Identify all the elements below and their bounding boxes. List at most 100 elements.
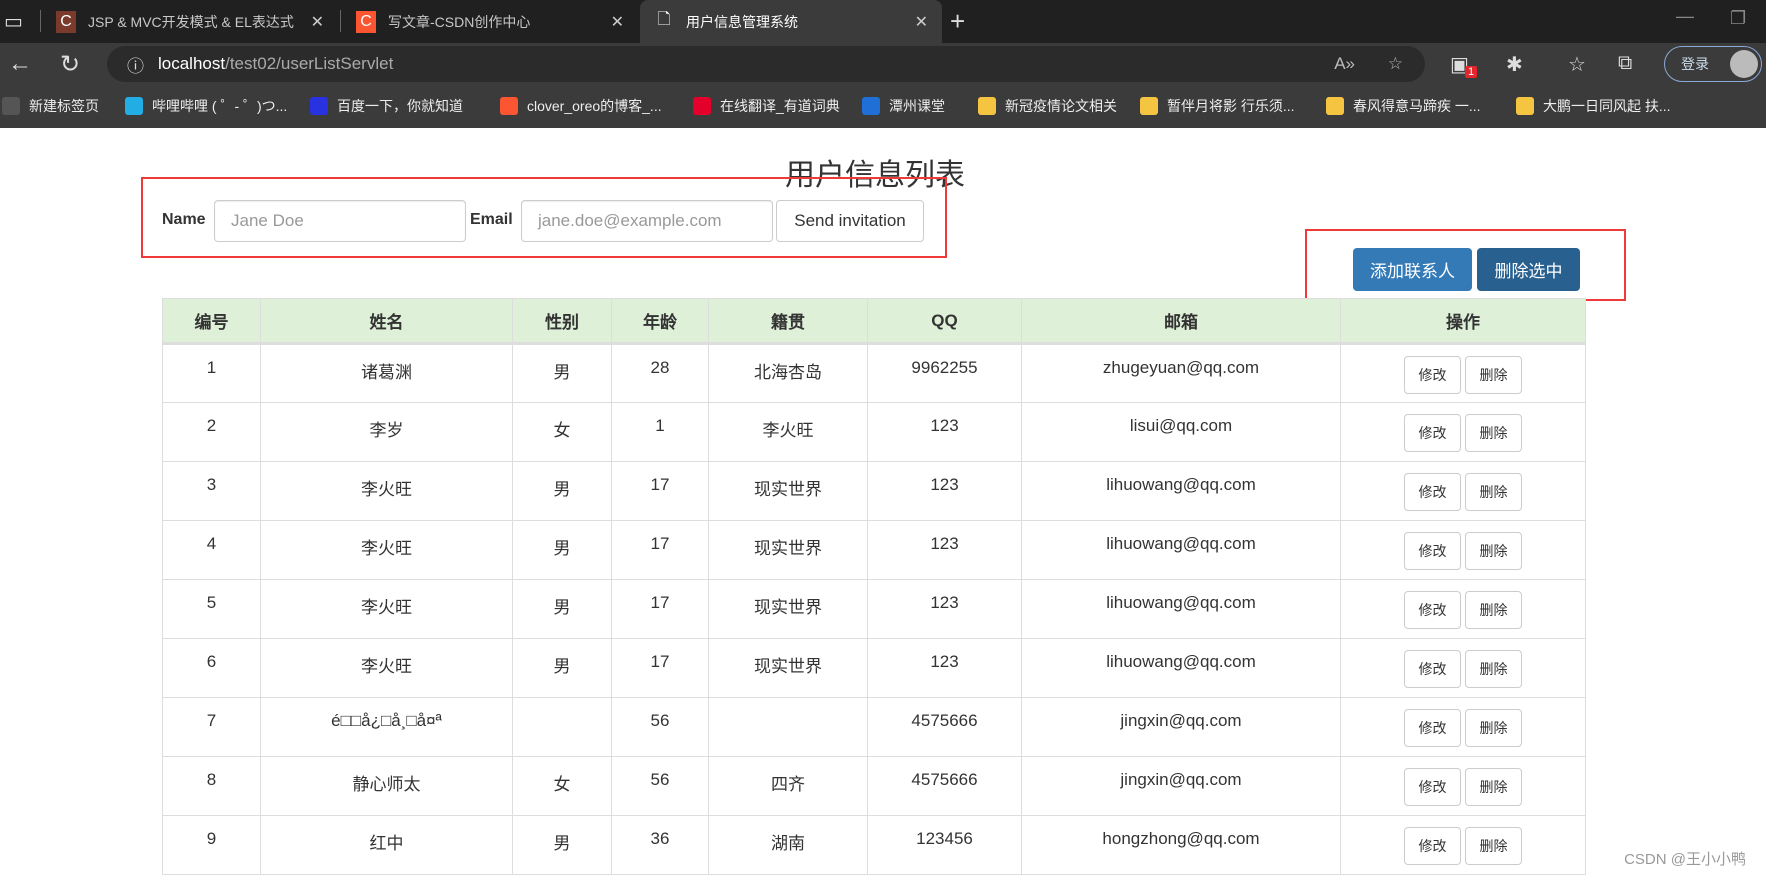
cell-name: 李岁 bbox=[260, 402, 513, 462]
tab-actions-icon[interactable]: ▭ bbox=[4, 9, 23, 34]
read-aloud-icon[interactable]: A» bbox=[1334, 54, 1355, 74]
delete-button[interactable]: 删除 bbox=[1465, 827, 1522, 865]
email-label: Email bbox=[470, 211, 513, 228]
cell-actions: 修改 删除 bbox=[1340, 697, 1586, 757]
cell-hometown: 现实世界 bbox=[708, 579, 868, 639]
back-icon[interactable]: ← bbox=[8, 50, 32, 78]
folder-icon bbox=[1140, 97, 1158, 115]
cell-name: 李火旺 bbox=[260, 638, 513, 698]
bookmark-item[interactable]: 春风得意马蹄疾 一... bbox=[1326, 88, 1481, 124]
column-header: QQ bbox=[867, 298, 1022, 345]
cell-email: lihuowang@qq.com bbox=[1021, 461, 1341, 521]
cell-hometown: 湖南 bbox=[708, 815, 868, 875]
column-header: 姓名 bbox=[260, 298, 513, 345]
add-favorite-icon[interactable]: ☆ bbox=[1388, 54, 1403, 74]
bookmark-label: 大鹏一日同风起 扶... bbox=[1543, 98, 1671, 114]
close-tab-icon[interactable]: ✕ bbox=[311, 12, 324, 32]
csdn-icon bbox=[500, 97, 518, 115]
cell-name: 李火旺 bbox=[260, 461, 513, 521]
bookmark-item[interactable]: 在线翻译_有道词典 bbox=[693, 88, 840, 124]
tab-csdn[interactable]: C 写文章-CSDN创作中心 ✕ bbox=[342, 0, 638, 43]
table-row: 4 李火旺男 17 现实世界 123 lihuowang@qq.com 修改 删除 bbox=[162, 520, 1586, 580]
close-tab-icon[interactable]: ✕ bbox=[611, 12, 624, 32]
edit-button[interactable]: 修改 bbox=[1404, 356, 1461, 394]
edit-button[interactable]: 修改 bbox=[1404, 414, 1461, 452]
table-row: 5 李火旺男 17 现实世界 123 lihuowang@qq.com 修改 删除 bbox=[162, 579, 1586, 639]
name-label: Name bbox=[162, 211, 206, 228]
baidu-icon bbox=[310, 97, 328, 115]
edit-button[interactable]: 修改 bbox=[1404, 650, 1461, 688]
delete-button[interactable]: 删除 bbox=[1465, 768, 1522, 806]
cell-hometown: 北海杏岛 bbox=[708, 343, 868, 403]
cell-hometown: 四齐 bbox=[708, 756, 868, 816]
url-host: localhost bbox=[158, 54, 226, 73]
refresh-icon[interactable]: ↻ bbox=[60, 50, 80, 79]
address-bar[interactable]: ⓘ localhost/test02/userListServlet A» ☆ bbox=[107, 46, 1425, 82]
delete-button[interactable]: 删除 bbox=[1465, 709, 1522, 747]
cell-qq: 123 bbox=[867, 461, 1022, 521]
bookmark-item[interactable]: clover_oreo的博客_... bbox=[500, 88, 662, 124]
cell-email: lihuowang@qq.com bbox=[1021, 579, 1341, 639]
edit-button[interactable]: 修改 bbox=[1404, 709, 1461, 747]
edit-button[interactable]: 修改 bbox=[1404, 591, 1461, 629]
cell-hometown: 现实世界 bbox=[708, 520, 868, 580]
add-contact-button[interactable]: 添加联系人 bbox=[1353, 248, 1472, 291]
tab-jsp[interactable]: C JSP & MVC开发模式 & EL表达式 ✕ bbox=[42, 0, 338, 43]
browser-chrome: ▭ C JSP & MVC开发模式 & EL表达式 ✕ C 写文章-CSDN创作… bbox=[0, 0, 1766, 128]
cell-qq: 4575666 bbox=[867, 697, 1022, 757]
delete-button[interactable]: 删除 bbox=[1465, 356, 1522, 394]
delete-button[interactable]: 删除 bbox=[1465, 414, 1522, 452]
cell-age: 17 bbox=[611, 579, 709, 639]
bookmark-item[interactable]: 暂伴月将影 行乐须... bbox=[1140, 88, 1295, 124]
delete-button[interactable]: 删除 bbox=[1465, 532, 1522, 570]
extensions-icon[interactable]: ✱ bbox=[1506, 52, 1523, 77]
cell-hometown bbox=[708, 697, 868, 757]
bookmark-item[interactable]: 大鹏一日同风起 扶... bbox=[1516, 88, 1671, 124]
name-input[interactable]: Jane Doe bbox=[214, 200, 466, 242]
cell-gender bbox=[512, 697, 612, 757]
bookmark-item[interactable]: 哔哩哔哩 ( ゜- ゜)つ... bbox=[125, 88, 287, 124]
column-header: 编号 bbox=[162, 298, 261, 345]
bookmark-item[interactable]: 新建标签页 bbox=[2, 88, 99, 124]
bookmark-label: 在线翻译_有道词典 bbox=[720, 98, 840, 114]
tab-title: JSP & MVC开发模式 & EL表达式 bbox=[88, 13, 294, 30]
cell-hometown: 李火旺 bbox=[708, 402, 868, 462]
tab-title: 写文章-CSDN创作中心 bbox=[388, 13, 531, 30]
cell-id: 4 bbox=[162, 520, 261, 580]
delete-button[interactable]: 删除 bbox=[1465, 650, 1522, 688]
table-header-row: 编号 姓名 性别 年龄 籍贯 QQ 邮箱 操作 bbox=[162, 298, 1586, 345]
email-input[interactable]: jane.doe@example.com bbox=[521, 200, 773, 242]
delete-button[interactable]: 删除 bbox=[1465, 591, 1522, 629]
login-label: 登录 bbox=[1681, 56, 1709, 72]
bookmark-item[interactable]: 百度一下，你就知道 bbox=[310, 88, 463, 124]
bookmark-item[interactable]: 新冠疫情论文相关 bbox=[978, 88, 1117, 124]
cell-name: 静心师太 bbox=[260, 756, 513, 816]
cell-email: lisui@qq.com bbox=[1021, 402, 1341, 462]
cell-age: 56 bbox=[611, 756, 709, 816]
tab-user-system[interactable]: 🗋 用户信息管理系统 ✕ bbox=[640, 0, 942, 43]
minimize-icon[interactable]: — bbox=[1676, 6, 1694, 27]
cell-gender: 男 bbox=[512, 579, 612, 639]
folder-icon bbox=[1326, 97, 1344, 115]
cell-gender: 男 bbox=[512, 461, 612, 521]
delete-selected-button[interactable]: 删除选中 bbox=[1477, 248, 1580, 291]
cell-actions: 修改 删除 bbox=[1340, 756, 1586, 816]
cell-id: 7 bbox=[162, 697, 261, 757]
delete-button[interactable]: 删除 bbox=[1465, 473, 1522, 511]
bookmark-item[interactable]: 潭州课堂 bbox=[862, 88, 945, 124]
new-tab-icon[interactable]: + bbox=[950, 6, 965, 37]
send-invitation-button[interactable]: Send invitation bbox=[776, 200, 924, 242]
login-button[interactable]: 登录 bbox=[1664, 46, 1762, 82]
avatar bbox=[1730, 50, 1758, 78]
cell-actions: 修改 删除 bbox=[1340, 402, 1586, 462]
edit-button[interactable]: 修改 bbox=[1404, 473, 1461, 511]
edit-button[interactable]: 修改 bbox=[1404, 827, 1461, 865]
edit-button[interactable]: 修改 bbox=[1404, 768, 1461, 806]
collections-icon[interactable]: ⧉ bbox=[1618, 52, 1632, 75]
favorites-icon[interactable]: ☆ bbox=[1568, 52, 1586, 77]
table-row: 3 李火旺男 17 现实世界 123 lihuowang@qq.com 修改 删除 bbox=[162, 461, 1586, 521]
bookmark-label: clover_oreo的博客_... bbox=[527, 98, 662, 114]
edit-button[interactable]: 修改 bbox=[1404, 532, 1461, 570]
restore-icon[interactable]: ❐ bbox=[1730, 8, 1746, 29]
close-tab-icon[interactable]: ✕ bbox=[915, 12, 928, 32]
